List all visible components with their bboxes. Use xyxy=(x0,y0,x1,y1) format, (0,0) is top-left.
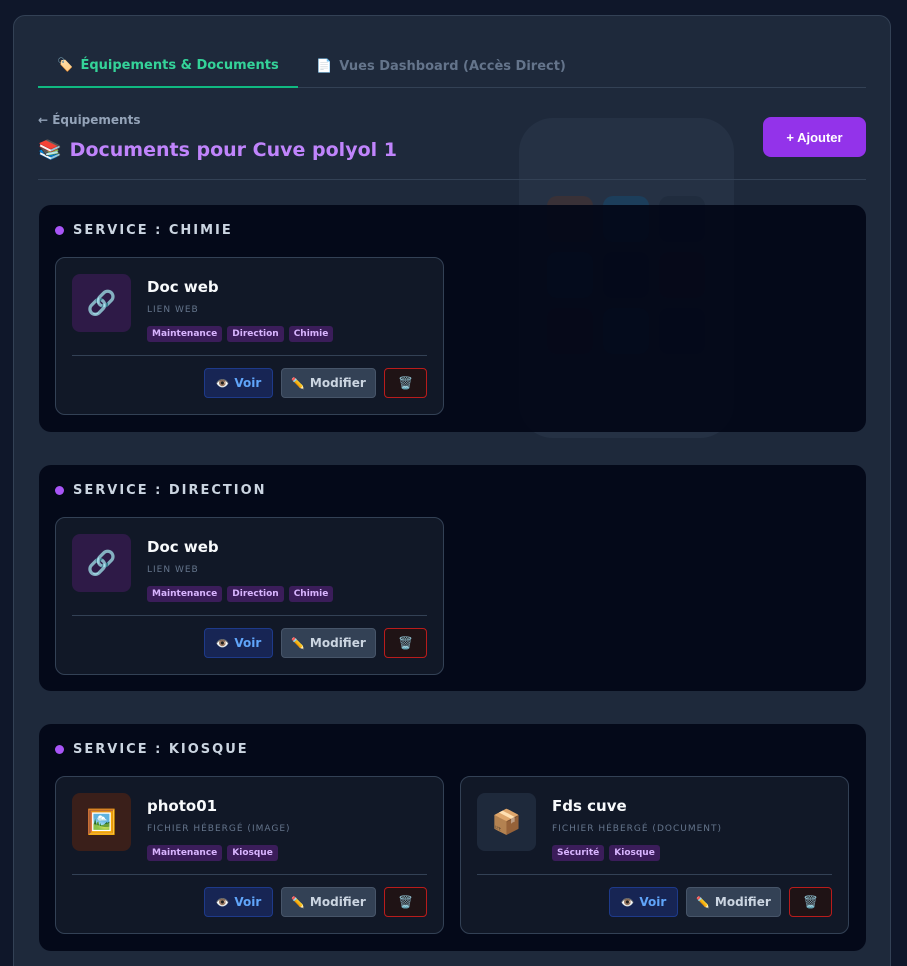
view-button[interactable]: 👁️ Voir xyxy=(204,628,273,658)
eye-icon: 👁️ xyxy=(215,895,230,909)
tag: Direction xyxy=(227,586,284,602)
tag: Chimie xyxy=(288,586,334,602)
tag: Maintenance xyxy=(147,845,223,861)
eye-icon: 👁️ xyxy=(215,636,230,650)
section-title: SERVICE : CHIMIE xyxy=(55,223,233,238)
tag: Direction xyxy=(227,326,284,342)
tab-label: Vues Dashboard (Accès Direct) xyxy=(339,58,566,74)
link-icon: 🔗 xyxy=(72,534,131,592)
delete-button[interactable]: 🗑️ xyxy=(384,368,427,398)
edit-label: Modifier xyxy=(714,895,771,909)
page-title: 📚 Documents pour Cuve polyol 1 xyxy=(38,138,397,162)
tag: Kiosque xyxy=(227,845,278,861)
tag-list: Sécurité Kiosque xyxy=(552,845,660,861)
section-chimie: SERVICE : CHIMIE 🔗 Doc web LIEN WEB Main… xyxy=(39,205,866,432)
document-type: LIEN WEB xyxy=(147,565,199,575)
section-title-text: SERVICE : CHIMIE xyxy=(73,223,233,238)
tag-icon: 🏷️ xyxy=(57,57,74,73)
header-divider xyxy=(38,179,866,180)
picture-icon: 🖼️ xyxy=(72,793,131,851)
card-divider xyxy=(72,615,427,616)
tag: Sécurité xyxy=(552,845,605,861)
pencil-icon: ✏️ xyxy=(696,895,710,909)
back-to-equipements-link[interactable]: ← Équipements xyxy=(38,113,140,127)
edit-button[interactable]: ✏️ Modifier xyxy=(686,887,781,917)
view-button[interactable]: 👁️ Voir xyxy=(609,887,678,917)
section-title: SERVICE : KIOSQUE xyxy=(55,742,249,757)
view-label: Voir xyxy=(639,895,667,909)
tab-vues-dashboard[interactable]: 📄 Vues Dashboard (Accès Direct) xyxy=(298,44,584,88)
card-actions: 👁️ Voir ✏️ Modifier 🗑️ xyxy=(609,887,832,917)
eye-icon: 👁️ xyxy=(215,376,230,390)
add-document-button[interactable]: + Ajouter xyxy=(763,117,866,157)
tag-list: Maintenance Direction Chimie xyxy=(147,586,334,602)
delete-button[interactable]: 🗑️ xyxy=(789,887,832,917)
view-button[interactable]: 👁️ Voir xyxy=(204,887,273,917)
tab-equipements-documents[interactable]: 🏷️ Équipements & Documents xyxy=(38,44,298,88)
eye-icon: 👁️ xyxy=(620,895,635,909)
section-direction: SERVICE : DIRECTION 🔗 Doc web LIEN WEB M… xyxy=(39,465,866,691)
page-icon: 📄 xyxy=(316,58,333,74)
card-actions: 👁️ Voir ✏️ Modifier 🗑️ xyxy=(204,368,427,398)
section-title-text: SERVICE : KIOSQUE xyxy=(73,742,249,757)
tag: Maintenance xyxy=(147,326,223,342)
pencil-icon: ✏️ xyxy=(291,636,305,650)
edit-button[interactable]: ✏️ Modifier xyxy=(281,368,376,398)
edit-button[interactable]: ✏️ Modifier xyxy=(281,887,376,917)
section-dot-icon xyxy=(55,486,64,495)
edit-button[interactable]: ✏️ Modifier xyxy=(281,628,376,658)
section-title: SERVICE : DIRECTION xyxy=(55,483,267,498)
document-name: photo01 xyxy=(147,797,218,815)
edit-label: Modifier xyxy=(309,895,366,909)
section-kiosque: SERVICE : KIOSQUE 🖼️ photo01 FICHIER HÉB… xyxy=(39,724,866,951)
section-dot-icon xyxy=(55,226,64,235)
tag-list: Maintenance Direction Chimie xyxy=(147,326,334,342)
document-card: 🔗 Doc web LIEN WEB Maintenance Direction… xyxy=(55,257,444,415)
pencil-icon: ✏️ xyxy=(291,376,305,390)
trash-icon: 🗑️ xyxy=(398,636,413,650)
trash-icon: 🗑️ xyxy=(398,376,413,390)
section-title-text: SERVICE : DIRECTION xyxy=(73,483,267,498)
trash-icon: 🗑️ xyxy=(803,895,818,909)
document-name: Doc web xyxy=(147,278,219,296)
edit-label: Modifier xyxy=(309,376,366,390)
document-name: Doc web xyxy=(147,538,219,556)
view-label: Voir xyxy=(234,376,262,390)
card-actions: 👁️ Voir ✏️ Modifier 🗑️ xyxy=(204,887,427,917)
tag: Chimie xyxy=(288,326,334,342)
tab-bar: 🏷️ Équipements & Documents 📄 Vues Dashbo… xyxy=(38,44,866,88)
view-button[interactable]: 👁️ Voir xyxy=(204,368,273,398)
view-label: Voir xyxy=(234,895,262,909)
main-panel: 🏷️ Équipements & Documents 📄 Vues Dashbo… xyxy=(13,15,891,966)
document-type: FICHIER HÉBERGÉ (IMAGE) xyxy=(147,824,291,834)
card-divider xyxy=(477,874,832,875)
tab-label: Équipements & Documents xyxy=(80,57,279,73)
page-title-text: Documents pour Cuve polyol 1 xyxy=(69,138,397,161)
document-type: FICHIER HÉBERGÉ (DOCUMENT) xyxy=(552,824,723,834)
document-name: Fds cuve xyxy=(552,797,627,815)
card-divider xyxy=(72,355,427,356)
tag: Kiosque xyxy=(609,845,660,861)
pencil-icon: ✏️ xyxy=(291,895,305,909)
tag-list: Maintenance Kiosque xyxy=(147,845,278,861)
trash-icon: 🗑️ xyxy=(398,895,413,909)
view-label: Voir xyxy=(234,636,262,650)
card-actions: 👁️ Voir ✏️ Modifier 🗑️ xyxy=(204,628,427,658)
section-dot-icon xyxy=(55,745,64,754)
books-icon: 📚 xyxy=(38,139,62,161)
delete-button[interactable]: 🗑️ xyxy=(384,887,427,917)
document-type: LIEN WEB xyxy=(147,305,199,315)
document-card: 🖼️ photo01 FICHIER HÉBERGÉ (IMAGE) Maint… xyxy=(55,776,444,934)
tag: Maintenance xyxy=(147,586,223,602)
delete-button[interactable]: 🗑️ xyxy=(384,628,427,658)
edit-label: Modifier xyxy=(309,636,366,650)
document-card: 📦 Fds cuve FICHIER HÉBERGÉ (DOCUMENT) Sé… xyxy=(460,776,849,934)
card-divider xyxy=(72,874,427,875)
link-icon: 🔗 xyxy=(72,274,131,332)
document-card: 🔗 Doc web LIEN WEB Maintenance Direction… xyxy=(55,517,444,675)
package-icon: 📦 xyxy=(477,793,536,851)
